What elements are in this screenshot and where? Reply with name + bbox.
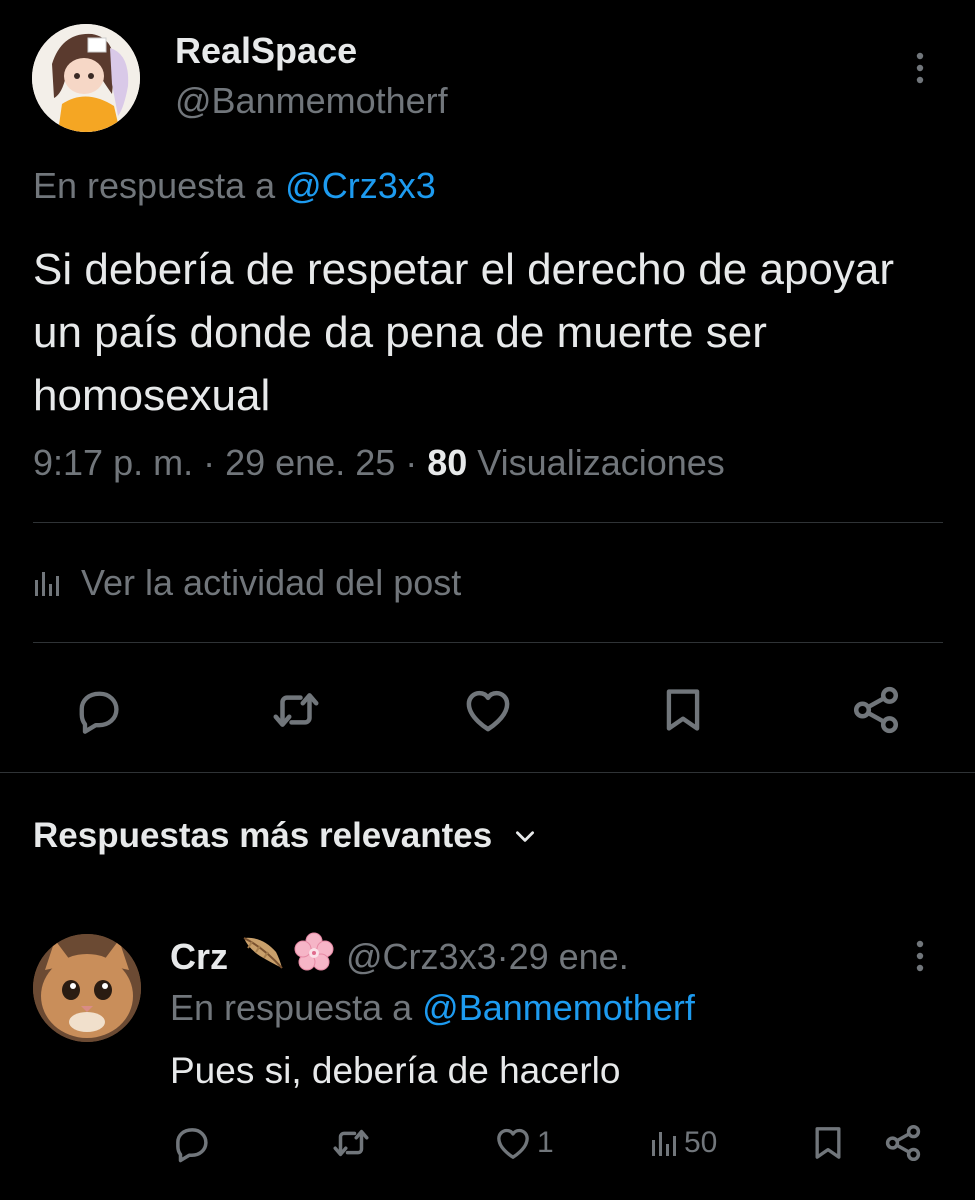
share-icon	[853, 686, 899, 734]
activity-label: Ver la actividad del post	[81, 562, 462, 603]
feather-icon	[238, 932, 284, 981]
analytics-icon	[35, 572, 59, 596]
reply-like-count: 1	[537, 1126, 554, 1159]
reply-repost-button[interactable]	[330, 1118, 372, 1168]
tweet-date[interactable]: 29 ene. 25	[225, 442, 395, 483]
reply-reply-button[interactable]	[170, 1118, 212, 1168]
reply-text: Pues si, debería de hacerlo	[170, 1050, 621, 1091]
reply-author-name[interactable]: Crz	[170, 936, 228, 978]
divider	[33, 522, 943, 523]
reply-button[interactable]	[70, 682, 126, 738]
author-handle[interactable]: @Banmemotherf	[175, 80, 448, 122]
reply-context: En respuesta a @Crz3x3	[33, 165, 436, 207]
bookmark-button[interactable]	[655, 682, 711, 738]
meta-separator: ·	[193, 442, 226, 483]
reply-more-options-icon[interactable]	[905, 936, 935, 976]
divider	[33, 642, 943, 643]
reply-prefix: En respuesta a	[170, 987, 413, 1028]
more-options-icon[interactable]	[905, 48, 935, 88]
tweet-time[interactable]: 9:17 p. m.	[33, 442, 193, 483]
like-button[interactable]	[460, 682, 516, 738]
bookmark-icon	[666, 689, 700, 731]
post-activity-link[interactable]: Ver la actividad del post	[33, 562, 461, 604]
repost-button[interactable]	[268, 682, 324, 738]
author-display-name[interactable]: RealSpace	[175, 30, 357, 72]
sort-label: Respuestas más relevantes	[33, 816, 493, 855]
reply-author-handle[interactable]: @Crz3x3	[346, 936, 497, 978]
reply-mention-link[interactable]: @Banmemotherf	[422, 987, 695, 1028]
reply-header: Crz @Crz3x3 · 29 ene.	[170, 932, 629, 981]
reply-share-button[interactable]	[882, 1118, 924, 1168]
section-divider	[0, 772, 975, 773]
tweet-meta: 9:17 p. m. · 29 ene. 25 · 80 Visualizaci…	[33, 442, 725, 484]
bookmark-icon	[815, 1127, 841, 1159]
reply-author-avatar[interactable]	[33, 934, 141, 1042]
reply-date[interactable]: 29 ene.	[509, 936, 629, 978]
reply-views-button[interactable]: 50	[650, 1118, 717, 1168]
views-count: 80	[427, 442, 468, 483]
replies-sort-dropdown[interactable]: Respuestas más relevantes	[33, 816, 538, 856]
reply-like-button[interactable]: 1	[493, 1118, 554, 1168]
reply-bookmark-button[interactable]	[808, 1118, 848, 1168]
tweet-text: Si debería de respetar el derecho de apo…	[33, 245, 895, 420]
reply-mention-link[interactable]: @Crz3x3	[285, 165, 436, 206]
analytics-icon	[652, 1132, 676, 1156]
comment-icon	[176, 1128, 208, 1163]
share-icon	[885, 1124, 921, 1162]
meta-separator: ·	[496, 935, 509, 977]
share-button[interactable]	[848, 682, 904, 738]
cherry-blossom-icon	[294, 932, 334, 981]
meta-separator: ·	[395, 442, 428, 483]
heart-icon	[497, 1128, 529, 1159]
retweet-icon	[333, 1129, 369, 1157]
author-avatar[interactable]	[32, 24, 140, 132]
retweet-icon	[273, 693, 319, 727]
views-label: Visualizaciones	[467, 442, 725, 483]
reply-prefix: En respuesta a	[33, 165, 276, 206]
reply-context: En respuesta a @Banmemotherf	[170, 987, 695, 1029]
comment-icon	[79, 691, 119, 734]
heart-icon	[466, 690, 510, 732]
reply-views-count: 50	[684, 1126, 718, 1159]
chevron-down-icon	[516, 831, 535, 842]
